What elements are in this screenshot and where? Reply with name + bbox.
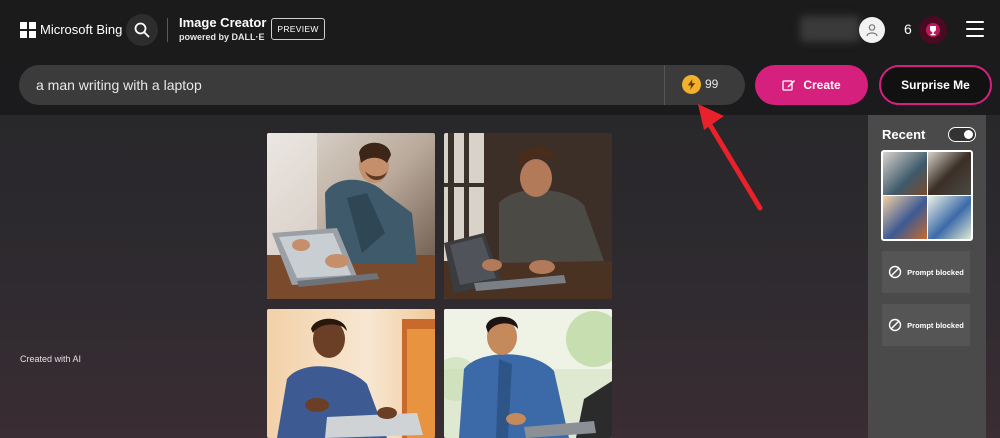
recent-panel: Recent Prompt blocked Prompt blocked xyxy=(868,115,986,438)
create-button[interactable]: Create xyxy=(755,65,868,105)
username-redacted xyxy=(800,16,860,42)
app-title[interactable]: Image Creator xyxy=(179,15,266,30)
top-header: Microsoft Bing Image Creator powered by … xyxy=(0,0,1000,60)
avatar[interactable] xyxy=(859,17,885,43)
blocked-icon xyxy=(888,265,902,279)
preview-badge: PREVIEW xyxy=(271,18,325,40)
created-with-ai-label: Created with AI xyxy=(20,354,82,364)
recent-toggle[interactable] xyxy=(948,127,976,142)
search-button[interactable] xyxy=(126,14,158,46)
app-subtitle: powered by DALL·E xyxy=(179,32,265,42)
surprise-me-label: Surprise Me xyxy=(901,78,970,92)
header-divider xyxy=(167,18,168,42)
recent-thumb-1 xyxy=(883,152,927,195)
generated-image-3[interactable] xyxy=(267,309,435,438)
microsoft-logo-icon[interactable] xyxy=(20,22,36,38)
surprise-me-button[interactable]: Surprise Me xyxy=(879,65,992,105)
search-icon xyxy=(134,22,150,38)
user-icon xyxy=(866,24,878,37)
recent-thumb-3 xyxy=(883,196,927,239)
blocked-label: Prompt blocked xyxy=(907,320,964,330)
rewards-count[interactable]: 6 xyxy=(904,21,912,37)
annotation-arrow xyxy=(698,104,763,211)
image-2-graphic xyxy=(444,133,612,299)
brand-name[interactable]: Microsoft Bing xyxy=(40,22,122,37)
blocked-icon xyxy=(888,318,902,332)
prompt-separator xyxy=(664,65,665,105)
blocked-item-2[interactable]: Prompt blocked xyxy=(882,304,970,346)
generated-image-2[interactable] xyxy=(444,133,612,299)
image-4-graphic xyxy=(444,309,612,438)
generated-image-4[interactable] xyxy=(444,309,612,438)
recent-title: Recent xyxy=(882,127,926,142)
prompt-input[interactable] xyxy=(36,65,656,105)
generated-image-1[interactable] xyxy=(267,133,435,299)
rewards-trophy-icon[interactable] xyxy=(919,16,947,44)
recent-thumbnail[interactable] xyxy=(881,150,973,241)
recent-thumb-2 xyxy=(927,152,971,195)
image-3-graphic xyxy=(267,309,435,438)
hamburger-menu-icon[interactable] xyxy=(966,21,984,37)
boost-lightning-icon[interactable] xyxy=(682,75,701,94)
create-button-label: Create xyxy=(803,78,841,92)
boost-count: 99 xyxy=(705,77,719,91)
prompt-bar: 99 xyxy=(19,65,745,105)
create-pencil-icon xyxy=(782,80,796,91)
blocked-label: Prompt blocked xyxy=(907,267,964,277)
blocked-item-1[interactable]: Prompt blocked xyxy=(882,251,970,293)
image-1-graphic xyxy=(267,133,435,299)
recent-thumb-4 xyxy=(927,196,971,239)
